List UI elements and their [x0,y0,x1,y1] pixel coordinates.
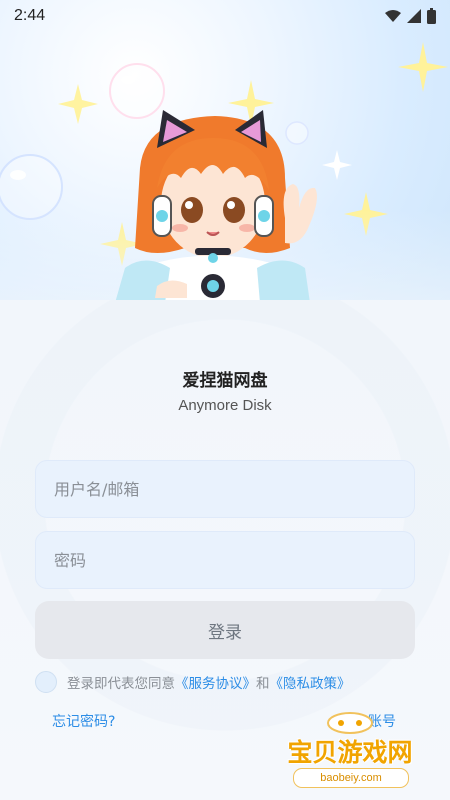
password-input[interactable] [52,549,398,571]
agreement-prefix: 登录即代表您同意 [67,676,175,692]
agreement-text: 登录即代表您同意《服务协议》和《隐私政策》 [67,672,351,692]
mascot-illustration [115,110,317,300]
watermark-url: baobeiy.com [293,768,409,788]
wifi-icon [385,10,401,22]
hero-banner: 2:44 [0,0,450,300]
privacy-policy-link[interactable]: 《隐私政策》 [270,676,351,692]
status-icons [385,8,436,24]
agreement-row: 登录即代表您同意《服务协议》和《隐私政策》 [35,671,351,693]
forgot-password-link[interactable]: 忘记密码? [52,711,115,731]
sparkle-icon [58,84,98,124]
sparkle-icon [398,42,448,92]
app-subtitle: Anymore Disk [178,397,272,414]
battery-icon [427,8,436,24]
password-field[interactable] [35,531,415,589]
status-time: 2:44 [14,7,46,24]
agreement-conjunction: 和 [256,676,270,692]
signal-icon [407,9,421,23]
site-watermark: 宝贝游戏网 baobeiy.com [275,705,425,795]
service-agreement-link[interactable]: 《服务协议》 [175,676,256,692]
bubble-decoration [0,154,63,220]
agreement-checkbox[interactable] [35,671,57,693]
username-input[interactable] [52,478,398,500]
gamepad-icon [327,712,373,734]
app-name: 爱捏猫网盘 [182,371,268,391]
status-bar: 2:44 [0,0,450,32]
sparkle-icon [344,192,388,236]
login-button[interactable]: 登录 [35,601,415,659]
watermark-title: 宝贝游戏网 [287,738,413,767]
username-field[interactable] [35,460,415,518]
